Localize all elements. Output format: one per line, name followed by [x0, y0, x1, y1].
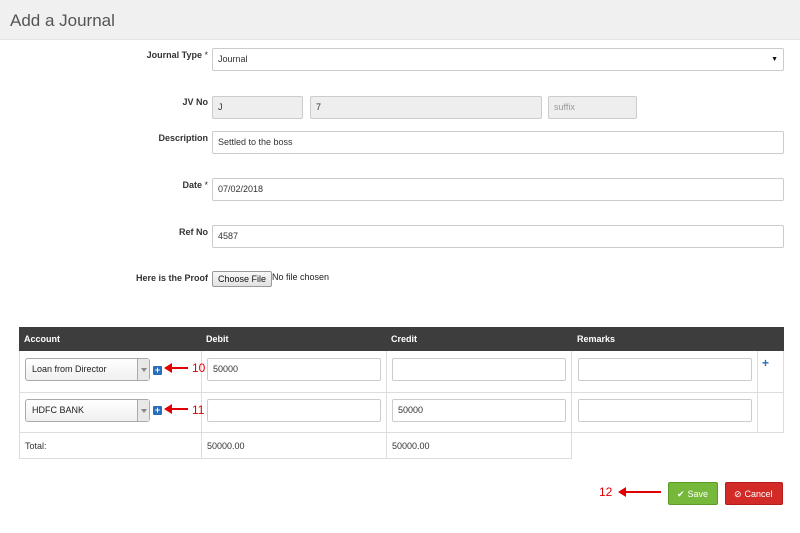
save-button[interactable]: ✔ Save	[668, 482, 718, 505]
remarks-field-row-1[interactable]	[578, 358, 752, 381]
jv-prefix-field[interactable]: J	[212, 96, 303, 119]
check-icon: ✔	[677, 489, 685, 499]
description-label: Description	[158, 133, 208, 143]
file-status: No file chosen	[272, 272, 330, 282]
debit-field-row-2[interactable]	[207, 399, 381, 422]
remarks-field-row-2[interactable]	[578, 399, 752, 422]
jv-suffix-field[interactable]: suffix	[548, 96, 637, 119]
col-header-credit: Credit	[391, 334, 418, 344]
plus-square-icon[interactable]: +	[153, 406, 162, 415]
account-select-row-1[interactable]: Loan from Director	[25, 358, 150, 381]
add-row-plus-icon[interactable]: +	[762, 356, 769, 370]
page-header: Add a Journal	[0, 0, 800, 40]
annotation-arrow	[170, 367, 188, 369]
page-title: Add a Journal	[10, 11, 115, 30]
credit-field-row-2[interactable]: 50000	[392, 399, 566, 422]
ban-icon: ⊘	[734, 489, 742, 499]
ref-no-label: Ref No	[179, 227, 208, 237]
account-value: Loan from Director	[32, 364, 107, 374]
jv-number-field[interactable]: 7	[310, 96, 542, 119]
chevron-down-icon	[137, 400, 149, 421]
annotation-12: 12	[599, 485, 613, 499]
col-header-account: Account	[24, 334, 60, 344]
account-value: HDFC BANK	[32, 405, 85, 415]
journal-type-value: Journal	[218, 54, 248, 64]
description-field[interactable]: Settled to the boss	[212, 131, 784, 154]
table-border	[571, 351, 572, 458]
caret-down-icon: ▼	[771, 56, 778, 63]
annotation-arrow	[624, 491, 661, 493]
table-border	[386, 351, 387, 458]
date-label-text: Date	[182, 180, 202, 190]
table-border	[19, 458, 572, 459]
annotation-arrow	[170, 408, 188, 410]
cancel-label: Cancel	[744, 489, 773, 499]
table-border	[19, 432, 784, 433]
required-mark: *	[204, 180, 208, 190]
table-border	[19, 392, 784, 393]
cancel-button[interactable]: ⊘ Cancel	[725, 482, 783, 505]
chevron-down-icon	[137, 359, 149, 380]
plus-square-icon[interactable]: +	[153, 366, 162, 375]
journal-type-label-text: Journal Type	[146, 50, 202, 60]
table-border	[19, 351, 20, 458]
date-label: Date *	[182, 180, 208, 190]
date-field[interactable]: 07/02/2018	[212, 178, 784, 201]
required-mark: *	[204, 50, 208, 60]
account-select-row-2[interactable]: HDFC BANK	[25, 399, 150, 422]
ref-no-field[interactable]: 4587	[212, 225, 784, 248]
col-header-remarks: Remarks	[577, 334, 616, 344]
col-header-debit: Debit	[206, 334, 229, 344]
annotation-11: 11	[192, 403, 205, 417]
choose-file-button[interactable]: Choose File	[212, 271, 273, 287]
debit-field-row-1[interactable]: 50000	[207, 358, 381, 381]
credit-field-row-1[interactable]	[392, 358, 566, 381]
total-credit: 50000.00	[392, 441, 430, 451]
save-label: Save	[687, 489, 709, 499]
journal-type-select[interactable]: Journal ▼	[212, 48, 784, 71]
total-label: Total:	[25, 441, 47, 451]
total-debit: 50000.00	[207, 441, 245, 451]
table-header: Account Debit Credit Remarks	[19, 327, 784, 351]
jv-no-label: JV No	[182, 97, 208, 107]
annotation-10: 10	[192, 361, 206, 375]
proof-label: Here is the Proof	[135, 273, 208, 283]
journal-type-label: Journal Type *	[147, 50, 208, 60]
